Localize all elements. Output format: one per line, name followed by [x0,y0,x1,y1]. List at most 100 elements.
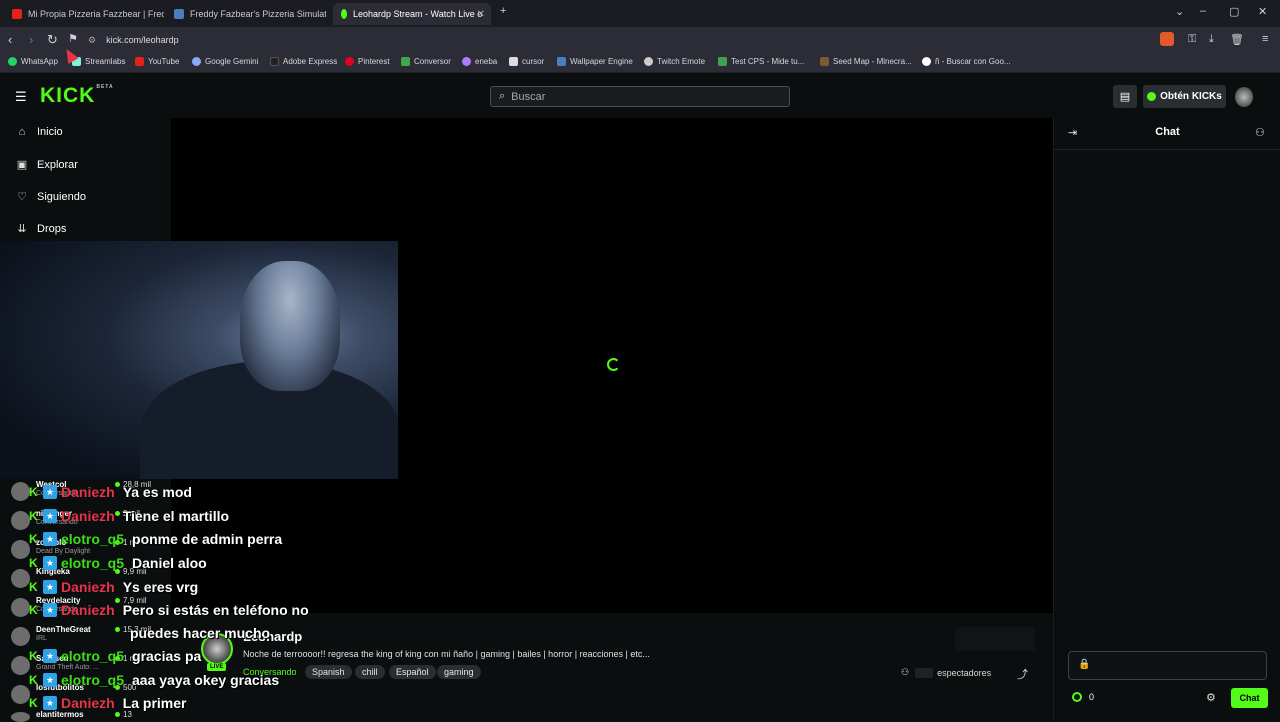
sub-badge-icon: ★ [43,485,57,499]
kick-icon [341,9,347,19]
kick-logo[interactable]: KICKBETA [40,84,114,108]
kicks-coin-icon [1072,692,1082,702]
channel-avatar [11,627,30,646]
bookmark-adobe-express[interactable]: Adobe Express [270,57,337,66]
bookmark-test-cps[interactable]: Test CPS - Mide tu... [718,57,804,66]
sub-badge-icon: ★ [43,509,57,523]
reload-icon[interactable]: ↻ [47,32,58,48]
steam-icon [174,9,184,19]
explore-icon: ▣ [16,159,28,171]
bookmark-pinterest[interactable]: Pinterest [345,57,390,66]
tab-pizzeria-video[interactable]: Mi Propia Pizzeria Fazzbear | Freddy F [4,3,164,25]
tag-spanish[interactable]: Spanish [305,665,352,679]
conversor-icon [401,57,410,66]
sidebar-item-inicio[interactable]: ⌂ Inicio [16,126,63,138]
close-window-icon[interactable]: ✕ [1258,5,1267,18]
bookmark-youtube[interactable]: YouTube [135,57,179,66]
tag-gaming[interactable]: gaming [437,665,481,679]
bookmark-seed-map[interactable]: Seed Map - Minecra... [820,57,912,66]
kick-badge-icon: K [29,509,38,523]
key-icon[interactable]: ⚿ [1188,33,1196,46]
overlay-chat-row: K ★ Daniezh La primer [29,695,187,711]
hamburger-menu-icon[interactable]: ☰ [15,89,27,105]
site-settings-icon[interactable]: ⚙ [88,35,96,46]
webcam-person-head [240,261,340,391]
overlay-chat-row: K ★ Daniezh Ya es mod [29,484,192,500]
share-icon[interactable]: ⤴ [1017,666,1028,682]
chat-input[interactable]: 🔒 [1068,651,1267,680]
bookmark-cursor[interactable]: cursor [509,57,544,66]
address-bar: ‹ › ↻ ⚑ ⚙ kick.com/leohardp ⚿ ⤓ 🗑 ≡ [0,27,1280,53]
channel-avatar [11,569,30,588]
tab-leohardp-stream[interactable]: Leohardp Stream - Watch Live o ✕ [333,3,491,25]
home-icon: ⌂ [18,126,26,138]
bookmarks-bar: WhatsApp Streamlabs YouTube Google Gemin… [0,53,1280,73]
url-field[interactable]: ⚙ kick.com/leohardp [88,31,1154,49]
kick-badge-icon: K [29,673,38,687]
kick-badge-icon: K [29,580,38,594]
sub-badge-icon: ★ [43,673,57,687]
kicks-balance[interactable]: 0 [1072,692,1094,702]
download-icon[interactable]: ⤓ [1209,33,1214,46]
bookmark-eneba[interactable]: eneba [462,57,497,66]
follow-button-placeholder[interactable] [955,627,1035,651]
theater-mode-icon[interactable]: ▤ [1113,85,1137,108]
get-kicks-button[interactable]: Obtén KICKs [1143,85,1226,108]
bookmark-whatsapp[interactable]: WhatsApp [8,57,58,66]
gemini-icon [192,57,201,66]
sub-badge-icon: ★ [43,532,57,546]
heart-icon: ♡ [17,191,27,203]
overlay-chat-row: K ★ elotro_q5 aaa yaya okey gracias [29,672,280,688]
bookmark-gemini[interactable]: Google Gemini [192,57,258,66]
brave-shield-icon[interactable] [1160,32,1174,46]
overlay-chat-row: K ★ elotro_q5 gracias pa [29,648,202,664]
chat-settings-icon[interactable]: ⚙ [1206,691,1216,704]
chat-panel: ⇥ Chat ⚇ 🔒 0 ⚙ Chat [1053,118,1280,720]
channel-avatar [11,712,30,722]
sub-badge-icon: ★ [43,696,57,710]
beta-label: BETA [96,84,114,90]
chat-send-button[interactable]: Chat [1231,688,1268,708]
youtube-icon [12,9,22,19]
user-avatar[interactable] [1235,87,1253,107]
kicks-coin-icon [1147,92,1157,101]
bookmark-streamlabs[interactable]: Streamlabs [72,57,125,66]
forward-icon[interactable]: › [29,32,33,47]
sidebar-item-explorar[interactable]: ▣ Explorar [16,158,78,172]
search-input[interactable]: ⌕ Buscar [490,86,790,107]
new-tab-button[interactable]: + [500,5,506,17]
adobe-icon [270,57,279,66]
sidebar-item-siguiendo[interactable]: ♡ Siguiendo [16,190,86,204]
maximize-icon[interactable]: ▢ [1229,5,1239,18]
eneba-icon [462,57,471,66]
back-icon[interactable]: ‹ [8,32,12,47]
kick-badge-icon: K [29,532,38,546]
bookmark-google-search[interactable]: ñ - Buscar con Goo... [922,57,1011,66]
bookmark-conversor[interactable]: Conversor [401,57,451,66]
tab-list-icon[interactable]: ⌄ [1175,5,1184,18]
tag-chill[interactable]: chill [355,665,385,679]
bookmark-wallpaper-engine[interactable]: Wallpaper Engine [557,57,633,66]
kick-badge-icon: K [29,603,38,617]
minimize-icon[interactable]: – [1200,5,1206,17]
menu-icon[interactable]: ≡ [1262,33,1268,45]
webcam-overlay [0,241,398,479]
bookmark-twitch-emote[interactable]: Twitch Emote [644,57,705,66]
tag-espanol[interactable]: Español [389,665,436,679]
chat-users-icon[interactable]: ⚇ [1255,126,1265,139]
overlay-chat-row: puedes hacer mucho [130,625,271,641]
live-badge: LIVE [207,663,227,671]
overlay-chat-row: K ★ Daniezh Pero si estás en teléfono no [29,602,309,618]
sidebar-item-drops[interactable]: ⇊ Drops [16,222,66,236]
kick-badge-icon: K [29,556,38,570]
overlay-chat-row: K ★ Daniezh Tiene el martillo [29,508,230,524]
bookmark-icon[interactable]: ⚑ [68,32,78,45]
tab-pizzeria-simulator[interactable]: Freddy Fazbear's Pizzeria Simulator e [166,3,326,25]
stream-info: LIVE Leohardp Noche de terroooor!! regre… [171,613,1053,720]
channel-avatar [11,598,30,617]
channel-avatar [11,685,30,704]
channel-avatar [11,656,30,675]
trash-icon[interactable]: 🗑 [1230,33,1244,46]
close-tab-icon[interactable]: ✕ [477,9,485,20]
overlay-chat-row: K ★ elotro_q5 Daniel aloo [29,555,207,571]
